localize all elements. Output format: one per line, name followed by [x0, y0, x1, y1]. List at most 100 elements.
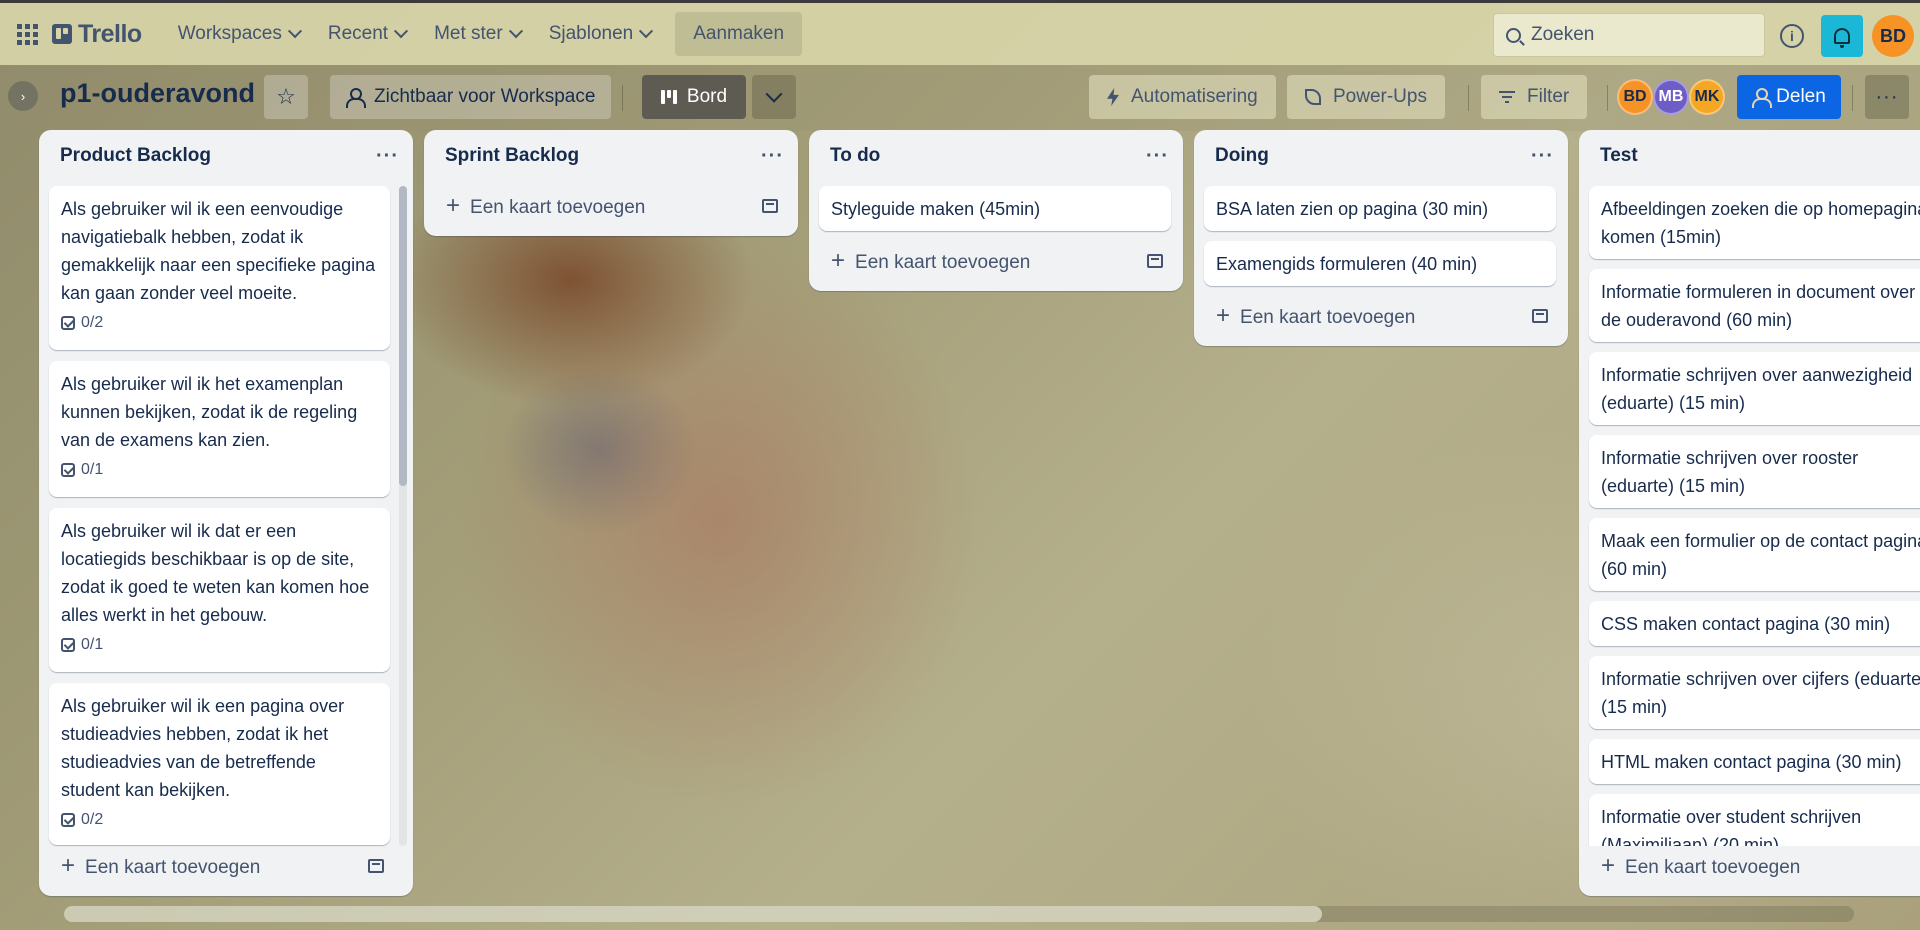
checklist-badge: 0/1	[61, 460, 378, 480]
list-title[interactable]: Doing	[1215, 145, 1269, 167]
board-view-icon	[660, 90, 677, 104]
card[interactable]: Informatie over student schrijven (Maxim…	[1589, 794, 1920, 846]
card-title: Informatie schrijven over aanwezigheid (…	[1601, 365, 1913, 413]
visibility-button[interactable]: Zichtbaar voor Workspace	[330, 75, 612, 119]
plus-icon: +	[831, 247, 846, 274]
list-header[interactable]: Sprint Backlog ···	[424, 130, 798, 182]
add-card-button[interactable]: + Een kaart toevoegen	[1589, 846, 1920, 886]
card[interactable]: Maak een formulier op de contact pagina …	[1589, 518, 1920, 591]
trello-logo[interactable]: Trello	[52, 20, 142, 49]
card-title: Informatie formuleren in document over d…	[1601, 282, 1916, 330]
card-title: Examengids formuleren (40 min)	[1216, 254, 1478, 274]
add-card-button[interactable]: + Een kaart toevoegen	[49, 846, 394, 886]
notifications-button[interactable]	[1821, 15, 1863, 57]
member-avatar[interactable]: BD	[1617, 79, 1653, 115]
views-dropdown-button[interactable]	[752, 75, 796, 119]
list-title[interactable]: To do	[830, 145, 880, 167]
card[interactable]: Als gebruiker wil ik een eenvoudige navi…	[49, 186, 390, 350]
share-button[interactable]: Delen	[1737, 75, 1841, 119]
card[interactable]: Afbeeldingen zoeken die op homepagina ko…	[1589, 186, 1920, 259]
plus-icon: +	[61, 852, 76, 879]
scrollbar-thumb[interactable]	[64, 906, 1322, 922]
card[interactable]: Als gebruiker wil ik het examenplan kunn…	[49, 361, 390, 497]
list-to-do: To do ··· Styleguide maken (45min) + Een …	[809, 130, 1183, 291]
checklist-badge: 0/1	[61, 635, 378, 655]
filter-button[interactable]: Filter	[1481, 75, 1588, 119]
add-person-icon	[1752, 88, 1773, 108]
card-title: Informatie schrijven over cijfers (eduar…	[1601, 669, 1920, 717]
card[interactable]: Informatie schrijven over rooster (eduar…	[1589, 435, 1920, 508]
card-title: Als gebruiker wil ik een pagina over stu…	[61, 696, 345, 800]
account-avatar[interactable]: BD	[1872, 15, 1914, 57]
share-label: Delen	[1776, 86, 1826, 107]
add-card-button[interactable]: + Een kaart toevoegen	[819, 241, 1173, 281]
member-avatar[interactable]: MB	[1653, 79, 1689, 115]
board-view-button[interactable]: Bord	[642, 75, 746, 119]
add-card-label: Een kaart toevoegen	[1625, 857, 1801, 878]
star-icon: ☆	[276, 84, 296, 109]
divider	[622, 85, 623, 111]
scrollbar-thumb[interactable]	[399, 186, 407, 486]
card-template-icon[interactable]	[1147, 254, 1163, 268]
plus-icon: +	[1216, 302, 1231, 329]
list-title[interactable]: Sprint Backlog	[445, 145, 579, 167]
card[interactable]: Informatie schrijven over aanwezigheid (…	[1589, 352, 1920, 425]
list-menu-icon[interactable]: ···	[376, 145, 399, 168]
nav-label: Met ster	[434, 23, 503, 44]
filter-label: Filter	[1527, 86, 1570, 107]
card[interactable]: HTML maken contact pagina (30 min)	[1589, 739, 1920, 784]
card[interactable]: Examengids formuleren (40 min)	[1204, 241, 1556, 286]
nav-workspaces[interactable]: Workspaces	[164, 14, 314, 54]
logo-text: Trello	[78, 19, 142, 48]
add-card-button[interactable]: + Een kaart toevoegen	[434, 186, 788, 226]
chevron-down-icon	[639, 24, 654, 39]
board-title[interactable]: p1-ouderavond	[60, 78, 255, 109]
powerups-label: Power-Ups	[1333, 86, 1427, 107]
info-icon[interactable]: i	[1780, 24, 1804, 48]
list-menu-icon[interactable]: ···	[1146, 145, 1169, 168]
board-header: › p1-ouderavond ☆ Zichtbaar voor Workspa…	[0, 65, 1920, 131]
list-menu-icon[interactable]: ···	[761, 145, 784, 168]
nav-recent[interactable]: Recent	[314, 14, 420, 54]
list-title[interactable]: Product Backlog	[60, 145, 211, 167]
nav-label: Recent	[327, 23, 389, 44]
card-title: Als gebruiker wil ik een eenvoudige navi…	[61, 199, 376, 303]
filter-icon	[1499, 91, 1515, 103]
powerups-button[interactable]: Power-Ups	[1287, 75, 1445, 119]
card-template-icon[interactable]	[368, 859, 384, 873]
card[interactable]: BSA laten zien op pagina (30 min)	[1204, 186, 1556, 231]
create-button[interactable]: Aanmaken	[675, 12, 803, 56]
list-header[interactable]: Product Backlog ···	[39, 130, 413, 182]
member-avatar[interactable]: MK	[1689, 79, 1725, 115]
nav-templates[interactable]: Sjablonen	[535, 14, 666, 54]
list-cards-container: Afbeeldingen zoeken die op homepagina ko…	[1579, 130, 1920, 846]
card[interactable]: Als gebruiker wil ik dat er een locatieg…	[49, 508, 390, 672]
board-menu-button[interactable]: ···	[1865, 75, 1909, 119]
card-title: BSA laten zien op pagina (30 min)	[1216, 199, 1489, 219]
automation-button[interactable]: Automatisering	[1089, 75, 1276, 119]
list-menu-icon[interactable]: ···	[1531, 145, 1554, 168]
card-template-icon[interactable]	[1532, 309, 1548, 323]
sidebar-expand-icon[interactable]: ›	[8, 81, 38, 111]
add-card-button[interactable]: + Een kaart toevoegen	[1204, 296, 1558, 336]
card[interactable]: Informatie formuleren in document over d…	[1589, 269, 1920, 342]
nav-label: Workspaces	[177, 23, 282, 44]
card[interactable]: CSS maken contact pagina (30 min)	[1589, 601, 1920, 646]
checklist-icon	[61, 638, 75, 652]
board-horizontal-scrollbar[interactable]	[64, 906, 1854, 922]
star-board-button[interactable]: ☆	[264, 75, 308, 119]
list-header[interactable]: Doing ···	[1194, 130, 1568, 182]
card-template-icon[interactable]	[762, 199, 778, 213]
card[interactable]: Informatie schrijven over cijfers (eduar…	[1589, 656, 1920, 729]
card[interactable]: Als gebruiker wil ik een pagina over stu…	[49, 683, 390, 845]
search-input[interactable]: Zoeken	[1493, 13, 1765, 57]
add-card-label: Een kaart toevoegen	[85, 857, 261, 878]
card[interactable]: Styleguide maken (45min)	[819, 186, 1171, 231]
nav-starred[interactable]: Met ster	[420, 14, 535, 54]
list-scrollbar[interactable]	[399, 186, 407, 846]
card-title: Informatie over student schrijven (Maxim…	[1601, 807, 1862, 846]
add-card-label: Een kaart toevoegen	[470, 197, 646, 218]
card-title: Informatie schrijven over rooster (eduar…	[1601, 448, 1859, 496]
app-switcher-icon[interactable]	[12, 19, 42, 49]
list-header[interactable]: To do ···	[809, 130, 1183, 182]
